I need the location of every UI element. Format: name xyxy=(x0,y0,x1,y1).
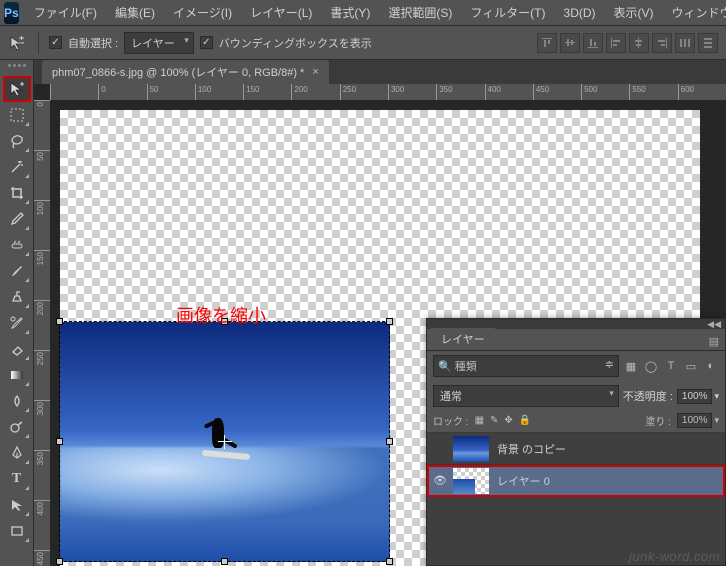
menu-window[interactable]: ウィンドウ(W) xyxy=(663,1,726,24)
transform-handle-s[interactable] xyxy=(221,558,228,565)
toolbox: T xyxy=(0,60,34,566)
gradient-tool[interactable] xyxy=(4,363,30,387)
distribute-v-button[interactable] xyxy=(698,33,718,53)
visibility-toggle[interactable]: 👁 xyxy=(427,474,453,487)
filter-smart-icon[interactable]: ◐ xyxy=(703,358,719,374)
lock-label: ロック : xyxy=(433,413,469,428)
opacity-value[interactable]: 100% xyxy=(677,389,713,404)
eraser-tool[interactable] xyxy=(4,337,30,361)
filter-shape-icon[interactable]: ▭ xyxy=(683,358,699,374)
align-button-group xyxy=(537,33,718,53)
menu-filter[interactable]: フィルター(T) xyxy=(461,1,554,24)
blend-mode-dropdown[interactable]: 通常 xyxy=(433,385,619,407)
lock-position-icon[interactable]: ✥ xyxy=(504,415,512,426)
transform-handle-e[interactable] xyxy=(386,438,393,445)
marquee-tool[interactable] xyxy=(4,103,30,127)
menu-layer[interactable]: レイヤー(L) xyxy=(241,1,321,24)
layer-thumbnail[interactable] xyxy=(453,436,489,462)
transform-handle-ne[interactable] xyxy=(386,318,393,325)
current-tool-icon xyxy=(6,32,28,54)
transform-handle-se[interactable] xyxy=(386,558,393,565)
show-bbox-checkbox[interactable]: ✓ xyxy=(200,36,213,49)
document-area: phm07_0866-s.jpg @ 100% (レイヤー 0, RGB/8#)… xyxy=(34,60,726,566)
layer-row[interactable]: 背景 のコピー xyxy=(427,433,725,465)
layers-panel-tab[interactable]: レイヤー xyxy=(431,328,495,350)
menu-select[interactable]: 選択範囲(S) xyxy=(379,1,461,24)
layer-row[interactable]: 👁 レイヤー 0 xyxy=(427,465,725,497)
auto-select-checkbox[interactable]: ✓ xyxy=(49,36,62,49)
menu-edit[interactable]: 編集(E) xyxy=(106,1,164,24)
panel-menu-icon[interactable]: ▤ xyxy=(703,333,725,350)
transform-handle-sw[interactable] xyxy=(56,558,63,565)
healing-brush-tool[interactable] xyxy=(4,233,30,257)
layer-name[interactable]: レイヤー 0 xyxy=(497,473,550,489)
history-brush-tool[interactable] xyxy=(4,311,30,335)
close-tab-icon[interactable]: × xyxy=(312,66,318,78)
ruler-horizontal[interactable] xyxy=(50,84,726,100)
lock-all-icon[interactable]: 🔒 xyxy=(519,415,531,426)
menu-bar: Ps ファイル(F) 編集(E) イメージ(I) レイヤー(L) 書式(Y) 選… xyxy=(0,0,726,26)
toolbox-grip[interactable] xyxy=(3,64,31,72)
fill-label: 塗り : xyxy=(645,413,671,428)
layer-name[interactable]: 背景 のコピー xyxy=(497,441,566,457)
transform-bounding-box[interactable] xyxy=(59,321,390,562)
align-hcenter-button[interactable] xyxy=(629,33,649,53)
layer-filter-dropdown[interactable]: 🔍 種類 ≑ xyxy=(433,355,619,377)
lock-transparency-icon[interactable]: ▦ xyxy=(475,415,484,426)
blur-tool[interactable] xyxy=(4,389,30,413)
auto-select-label: 自動選択 : xyxy=(68,35,118,51)
pen-tool[interactable] xyxy=(4,441,30,465)
align-right-button[interactable] xyxy=(652,33,672,53)
brush-tool[interactable] xyxy=(4,259,30,283)
menu-3d[interactable]: 3D(D) xyxy=(555,3,605,23)
align-left-button[interactable] xyxy=(606,33,626,53)
menu-file[interactable]: ファイル(F) xyxy=(25,1,106,24)
layers-panel: ◀◀ レイヤー ▤ 🔍 種類 ≑ ▦ ◯ T ▭ ◐ 通常 xyxy=(426,318,726,566)
filter-type-icon[interactable]: T xyxy=(663,358,679,374)
eyedropper-tool[interactable] xyxy=(4,207,30,231)
distribute-h-button[interactable] xyxy=(675,33,695,53)
opacity-label: 不透明度 : xyxy=(623,388,673,404)
show-bbox-label: バウンディングボックスを表示 xyxy=(219,35,372,51)
menu-type[interactable]: 書式(Y) xyxy=(321,1,379,24)
menu-view[interactable]: 表示(V) xyxy=(605,1,663,24)
lock-pixels-icon[interactable]: ✎ xyxy=(490,415,498,426)
align-top-button[interactable] xyxy=(537,33,557,53)
search-icon: 🔍 xyxy=(438,361,452,373)
watermark: junk-word.com xyxy=(629,549,720,564)
dodge-tool[interactable] xyxy=(4,415,30,439)
align-bottom-button[interactable] xyxy=(583,33,603,53)
annotation-text: 画像を縮小 xyxy=(176,302,266,328)
filter-adjust-icon[interactable]: ◯ xyxy=(643,358,659,374)
document-tab-title: phm07_0866-s.jpg @ 100% (レイヤー 0, RGB/8#)… xyxy=(52,64,304,80)
type-tool[interactable]: T xyxy=(4,467,30,491)
document-tabstrip: phm07_0866-s.jpg @ 100% (レイヤー 0, RGB/8#)… xyxy=(34,60,726,84)
fill-flyout-icon[interactable]: ▾ xyxy=(714,415,719,426)
auto-select-target-dropdown[interactable]: レイヤー xyxy=(124,32,194,54)
clone-stamp-tool[interactable] xyxy=(4,285,30,309)
opacity-flyout-icon[interactable]: ▾ xyxy=(714,391,719,402)
path-select-tool[interactable] xyxy=(4,493,30,517)
layer-list: 背景 のコピー 👁 レイヤー 0 xyxy=(427,433,725,565)
move-tool[interactable] xyxy=(4,77,30,101)
menu-image[interactable]: イメージ(I) xyxy=(164,1,241,24)
rectangle-tool[interactable] xyxy=(4,519,30,543)
transform-handle-w[interactable] xyxy=(56,438,63,445)
ruler-vertical[interactable] xyxy=(34,100,50,566)
fill-value[interactable]: 100% xyxy=(677,413,713,428)
transform-handle-nw[interactable] xyxy=(56,318,63,325)
lasso-tool[interactable] xyxy=(4,129,30,153)
align-vcenter-button[interactable] xyxy=(560,33,580,53)
magic-wand-tool[interactable] xyxy=(4,155,30,179)
app-logo: Ps xyxy=(4,2,19,24)
filter-pixel-icon[interactable]: ▦ xyxy=(623,358,639,374)
collapse-icon[interactable]: ◀◀ xyxy=(707,319,721,330)
transform-center-icon[interactable] xyxy=(218,435,232,449)
document-tab[interactable]: phm07_0866-s.jpg @ 100% (レイヤー 0, RGB/8#)… xyxy=(42,60,329,84)
crop-tool[interactable] xyxy=(4,181,30,205)
options-bar: ✓ 自動選択 : レイヤー ✓ バウンディングボックスを表示 xyxy=(0,26,726,60)
layer-thumbnail[interactable] xyxy=(453,468,489,494)
